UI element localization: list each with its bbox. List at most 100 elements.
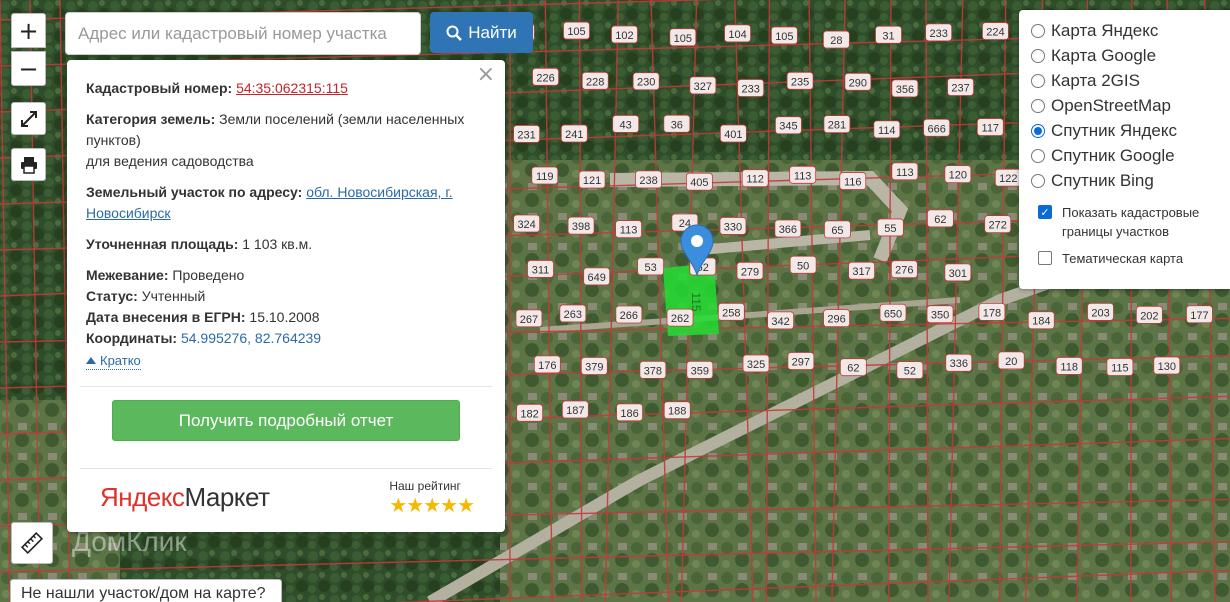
layer-radio-3[interactable] (1031, 98, 1045, 113)
ruler-button[interactable] (11, 522, 53, 564)
layer-radio-5[interactable] (1031, 148, 1045, 163)
layer-radio-4[interactable] (1031, 123, 1045, 138)
parcel-number-label: 113 (891, 162, 919, 181)
svg-text:237: 237 (951, 82, 969, 94)
svg-text:130: 130 (1158, 361, 1176, 373)
parcel-number-label: 119 (531, 166, 559, 185)
layer-option-4[interactable]: Спутник Яндекс (1031, 118, 1230, 143)
parcel-number-label: 113 (789, 165, 817, 184)
svg-text:231: 231 (517, 129, 535, 141)
parcel-number-label: 379 (580, 357, 608, 375)
parcel-number-label: 188 (663, 401, 691, 420)
print-button[interactable] (11, 148, 46, 181)
svg-text:52: 52 (904, 366, 916, 378)
svg-text:36: 36 (671, 119, 683, 131)
svg-text:112: 112 (746, 174, 764, 186)
layer-label-6: Спутник Bing (1051, 170, 1154, 190)
layer-option-2[interactable]: Карта 2GIS (1031, 68, 1230, 93)
parcel-number-label: 281 (823, 115, 851, 134)
parcel-number-label: 53 (637, 257, 664, 276)
parcel-number-label: 182 (516, 403, 544, 422)
svg-text:342: 342 (771, 316, 789, 328)
svg-text:65: 65 (831, 225, 843, 237)
parcel-number-label: 114 (873, 120, 901, 139)
svg-text:62: 62 (847, 363, 859, 375)
not-found-feedback-button[interactable]: Не нашли участок/дом на карте? (10, 579, 282, 602)
printer-icon (20, 156, 37, 174)
parcel-number-label: 228 (581, 71, 609, 90)
layer-option-5[interactable]: Спутник Google (1031, 143, 1230, 168)
svg-text:121: 121 (583, 175, 601, 187)
parcel-number-label: 20 (997, 351, 1025, 370)
layer-label-5: Спутник Google (1051, 145, 1175, 165)
svg-text:104: 104 (728, 29, 746, 41)
parcel-number-label: 112 (741, 169, 769, 188)
parcel-number-label: 130 (1153, 356, 1181, 375)
layer-option-0[interactable]: Карта Яндекс (1031, 18, 1230, 43)
layer-radio-0[interactable] (1031, 23, 1045, 38)
parcel-number-label: 359 (686, 360, 714, 379)
parcel-number-label: 366 (774, 219, 802, 238)
svg-text:650: 650 (884, 308, 902, 320)
svg-text:113: 113 (620, 225, 638, 237)
show-borders-checkbox-row[interactable]: ✓ Показать кадастровые границы участков (1031, 203, 1230, 241)
parcel-number-label: 118 (1055, 357, 1083, 375)
parcel-number-label: 262 (666, 308, 694, 327)
parcel-number-label: 187 (561, 400, 589, 419)
svg-text:233: 233 (929, 28, 947, 40)
svg-text:116: 116 (844, 177, 862, 189)
svg-text:203: 203 (1091, 307, 1109, 319)
close-icon[interactable]: × (477, 64, 495, 86)
layer-option-3[interactable]: OpenStreetMap (1031, 93, 1230, 118)
parcel-number-label: 238 (635, 170, 662, 189)
layer-radio-1[interactable] (1031, 48, 1045, 63)
svg-text:50: 50 (797, 260, 809, 272)
thematic-map-checkbox[interactable] (1038, 251, 1052, 265)
fullscreen-button[interactable] (11, 102, 46, 135)
layer-option-1[interactable]: Карта Google (1031, 43, 1230, 68)
get-report-button[interactable]: Получить подробный отчет (112, 400, 460, 441)
svg-text:20: 20 (1005, 356, 1017, 368)
layer-option-6[interactable]: Спутник Bing (1031, 168, 1230, 193)
parcel-number-label: 266 (615, 305, 643, 324)
parcel-number-label: 202 (1135, 305, 1163, 324)
zoom-in-button[interactable]: + (11, 13, 46, 48)
cadastral-number-link[interactable]: 54:35:062315:115 (236, 80, 348, 96)
search-button[interactable]: Найти (430, 12, 533, 53)
address-label: Земельный участок по адресу: (86, 184, 303, 200)
parcel-number-label: 317 (848, 261, 875, 280)
map-layers-panel: Карта Яндекс Карта Google Карта 2GIS OpenSt… (1019, 10, 1230, 289)
expand-icon (20, 110, 37, 127)
layer-radio-6[interactable] (1031, 173, 1045, 188)
svg-text:666: 666 (927, 123, 945, 135)
parcel-number-label: 237 (947, 78, 974, 96)
show-borders-label: Показать кадастровые границы участков (1062, 205, 1200, 239)
svg-text:241: 241 (565, 129, 583, 141)
layer-radio-2[interactable] (1031, 73, 1045, 88)
svg-text:178: 178 (983, 307, 1001, 319)
yandex-market-logo[interactable]: ЯндексМаркет (100, 484, 270, 510)
svg-text:258: 258 (722, 307, 740, 319)
zoom-out-button[interactable]: − (11, 51, 46, 86)
collapse-link[interactable]: Кратко (86, 353, 141, 370)
parcel-number-label: 113 (615, 220, 642, 239)
search-input[interactable] (65, 12, 421, 55)
svg-text:401: 401 (724, 129, 742, 141)
parcel-number-label: 203 (1087, 302, 1114, 321)
rating-widget[interactable]: Наш рейтинг ★★★★★ (389, 479, 475, 517)
parcel-number-label: 186 (616, 403, 643, 422)
show-borders-checkbox[interactable]: ✓ (1038, 205, 1052, 219)
thematic-map-checkbox-row[interactable]: Тематическая карта (1031, 249, 1230, 268)
svg-text:184: 184 (1032, 316, 1050, 328)
yandex-market-block[interactable]: ЯндексМаркет Наш рейтинг ★★★★★ (80, 468, 492, 526)
svg-text:262: 262 (671, 313, 689, 325)
parcel-number-label: 226 (532, 67, 559, 86)
svg-text:226: 226 (536, 72, 554, 84)
svg-text:55: 55 (884, 223, 896, 235)
svg-text:350: 350 (931, 310, 949, 322)
parcel-info-panel: × Кадастровый номер: 54:35:062315:115 Ка… (67, 60, 505, 532)
parcel-number-label: 327 (689, 76, 717, 95)
layer-label-1: Карта Google (1051, 45, 1157, 65)
egrn-label: Дата внесения в ЕГРН: (86, 309, 246, 325)
category-label: Категория земель: (86, 111, 216, 127)
